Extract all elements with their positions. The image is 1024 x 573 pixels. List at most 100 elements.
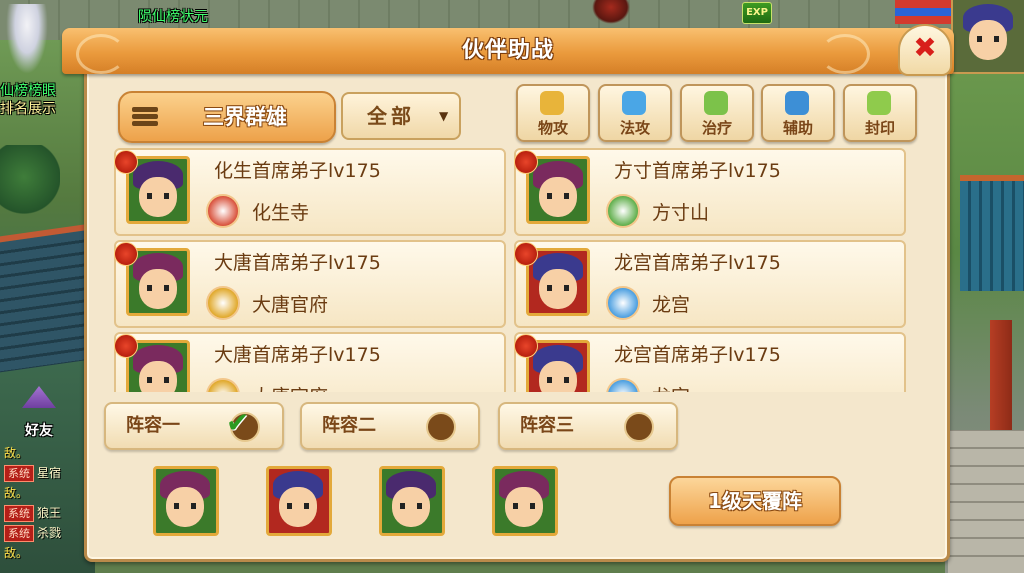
role-label: 治疗 [701, 119, 732, 137]
portrait-eyes [400, 503, 422, 509]
player-avatar[interactable] [951, 0, 1024, 74]
sword-icon [540, 91, 564, 115]
partner-name: 龙宫首席弟子lv175 [614, 344, 781, 366]
portrait-eyes [547, 285, 569, 291]
sect-emblem-icon [206, 194, 240, 228]
faction-filter-button[interactable]: 三界群雄 [118, 91, 336, 143]
system-tag: 系统 [4, 505, 34, 522]
friend-button[interactable]: 好友 [12, 386, 66, 442]
friend-label: 好友 [25, 423, 53, 439]
role-filter-4[interactable]: 封印 [843, 84, 917, 142]
formation-label: 1级天覆阵 [708, 489, 802, 513]
leader-badge-icon [514, 334, 538, 358]
lineup-tab-1[interactable]: 阵容一 ✔ [104, 402, 284, 450]
portrait-eyes [147, 193, 169, 199]
lineup-radio [426, 412, 456, 442]
partner-sect: 龙宫 [652, 382, 690, 392]
portrait-eyes [547, 193, 569, 199]
sect-emblem-icon [606, 286, 640, 320]
chat-prefix: 敌。 [4, 446, 29, 460]
close-button[interactable]: ✖ [898, 24, 952, 76]
leader-badge-icon [514, 150, 538, 174]
role-filter-2[interactable]: 治疗 [680, 84, 754, 142]
portrait-eyes [513, 503, 535, 509]
chat-text: 星宿 [37, 466, 62, 480]
mp-bar [895, 8, 951, 16]
chat-prefix: 敌。 [4, 546, 29, 560]
stone-wall-right [948, 430, 1024, 573]
role-filter-0[interactable]: 物攻 [516, 84, 590, 142]
partner-sect: 大唐官府 [252, 382, 328, 392]
tree [0, 145, 60, 225]
system-tag: 系统 [4, 525, 34, 542]
chat-prefix: 敌。 [4, 486, 29, 500]
lineup-label: 阵容三 [520, 415, 574, 436]
lineup-slot-4[interactable] [492, 466, 558, 536]
partner-card[interactable]: 龙宫首席弟子lv175 龙宫 [514, 240, 906, 328]
partner-sect: 大唐官府 [252, 294, 329, 316]
hat-icon [22, 386, 56, 408]
leader-badge-icon [114, 150, 138, 174]
avatar-eyes [977, 36, 999, 42]
anger-bar [895, 16, 951, 24]
partner-name: 方寸首席弟子lv175 [614, 160, 781, 182]
partner-sect: 化生寺 [252, 202, 310, 224]
partner-card[interactable]: 龙宫首席弟子lv175 龙宫 [514, 332, 906, 392]
lineup-tab-2[interactable]: 阵容二 [300, 402, 480, 450]
role-label: 法攻 [619, 119, 650, 137]
dropdown-selected: 全部 [367, 104, 415, 128]
sect-emblem-icon [606, 194, 640, 228]
lineup-slot-3[interactable] [379, 466, 445, 536]
partner-card[interactable]: 大唐首席弟子lv175 大唐官府 [114, 332, 506, 392]
lineup-label: 阵容一 [126, 415, 180, 436]
faction-filter-label: 三界群雄 [203, 105, 287, 129]
portrait-eyes [174, 503, 196, 509]
portrait-eyes [287, 503, 309, 509]
npc-character-top[interactable] [592, 0, 630, 24]
partner-list[interactable]: 化生首席弟子lv175 化生寺 方寸首席弟子lv175 方寸山 大唐首席弟子lv175 大… [114, 148, 910, 392]
partner-name: 大唐首席弟子lv175 [214, 252, 381, 274]
book-icon [785, 91, 809, 115]
close-icon: ✖ [913, 31, 937, 64]
title-bar: 伙伴助战 [62, 28, 954, 74]
sect-emblem-icon [606, 378, 640, 392]
panel-title: 伙伴助战 [461, 38, 554, 63]
sect-emblem-icon [206, 378, 240, 392]
rank-label-1[interactable]: 仙榜榜眼 [0, 80, 56, 100]
partner-name: 龙宫首席弟子lv175 [614, 252, 781, 274]
partner-card[interactable]: 大唐首席弟子lv175 大唐官府 [114, 240, 506, 328]
npc-character[interactable] [6, 4, 48, 74]
partner-card[interactable]: 化生首席弟子lv175 化生寺 [114, 148, 506, 236]
lineup-tab-3[interactable]: 阵容三 [498, 402, 678, 450]
rank-label-2[interactable]: 排名展示 [0, 98, 56, 118]
partner-name: 大唐首席弟子lv175 [214, 344, 381, 366]
partner-card[interactable]: 方寸首席弟子lv175 方寸山 [514, 148, 906, 236]
hp-bar [895, 0, 951, 8]
portrait-eyes [147, 285, 169, 291]
check-icon: ✔ [226, 406, 250, 439]
chat-text: 杀戮 [37, 526, 62, 540]
role-label: 物攻 [537, 119, 568, 137]
leaf-icon [704, 91, 728, 115]
leader-badge-icon [114, 334, 138, 358]
system-tag: 系统 [4, 465, 34, 482]
status-bars [895, 0, 951, 26]
portrait-eyes [547, 377, 569, 383]
role-filter-1[interactable]: 法攻 [598, 84, 672, 142]
top-name-label[interactable]: 陨仙榜状元 [138, 6, 208, 26]
category-dropdown[interactable]: 全部 ▼ [341, 92, 461, 140]
role-label: 封印 [864, 119, 895, 137]
lineup-label: 阵容二 [322, 415, 376, 436]
formation-button[interactable]: 1级天覆阵 [669, 476, 841, 526]
exp-icon[interactable]: EXP [742, 2, 772, 24]
roof-right [960, 175, 1024, 291]
list-icon [132, 107, 158, 127]
leader-badge-icon [514, 242, 538, 266]
lineup-slot-2[interactable] [266, 466, 332, 536]
role-filter-3[interactable]: 辅助 [761, 84, 835, 142]
seal-icon [867, 91, 891, 115]
lineup-slot-1[interactable] [153, 466, 219, 536]
partner-sect: 龙宫 [652, 294, 691, 316]
dropdown-arrow-icon: ▼ [439, 109, 449, 123]
partner-assist-panel: 伙伴助战 ✖ 三界群雄 全部 ▼ 物攻 法攻 治疗 辅助封印 化生首席弟子lv175 化… [62, 24, 954, 562]
